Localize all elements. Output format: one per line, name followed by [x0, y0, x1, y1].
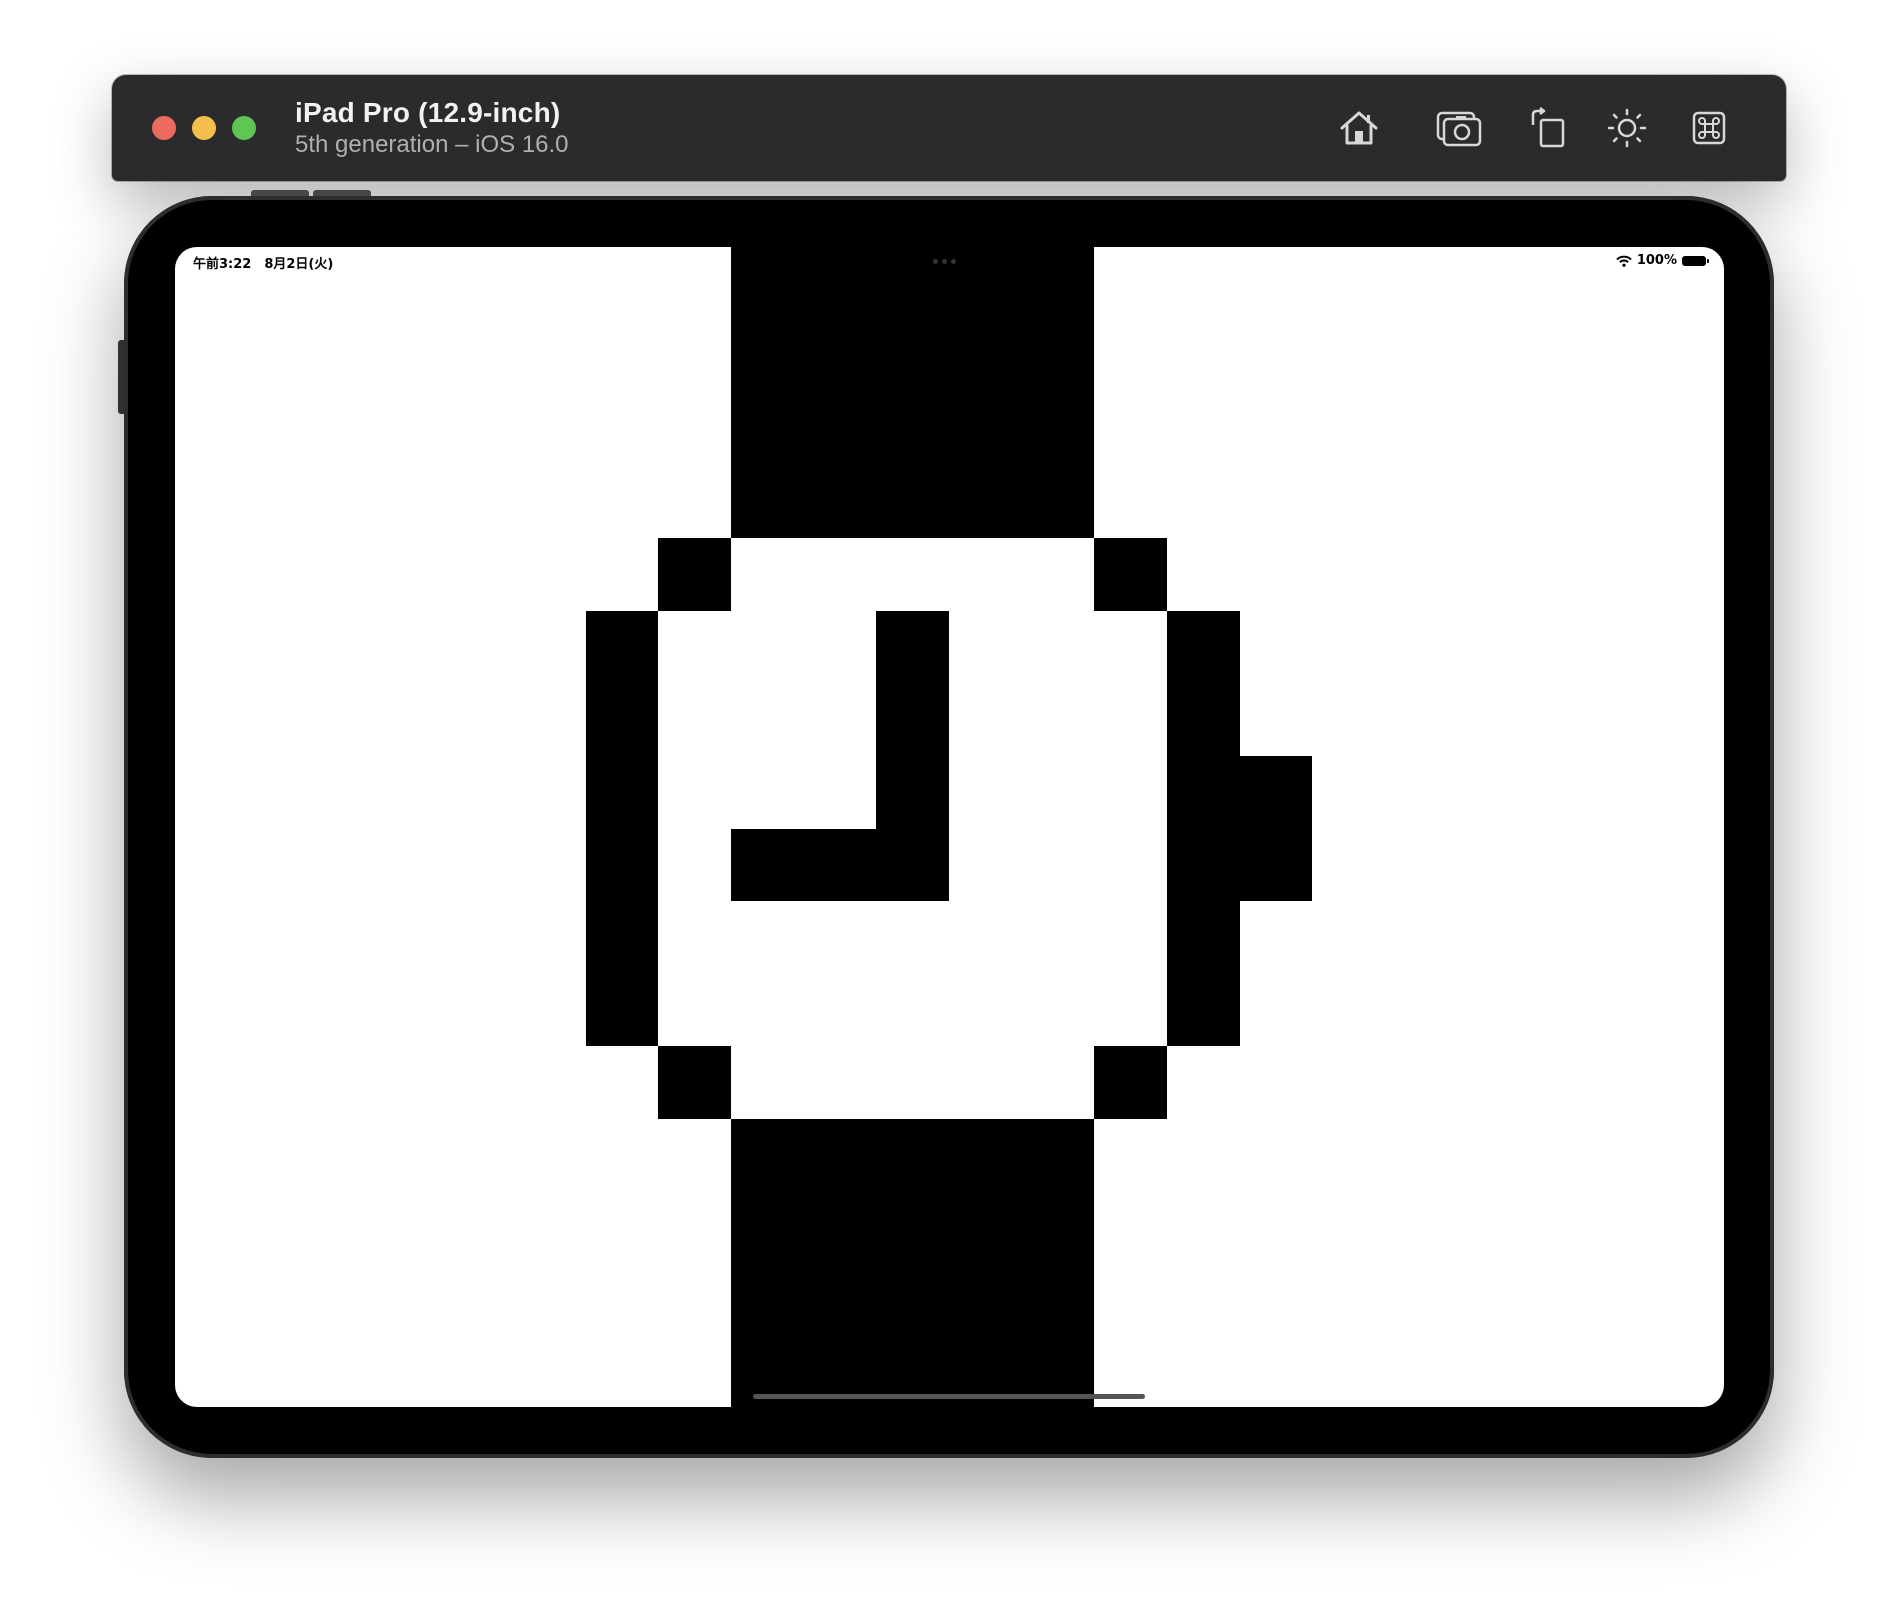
watch-hour-hand — [731, 829, 949, 901]
appearance-button[interactable] — [1604, 105, 1650, 151]
screenshot-button[interactable] — [1436, 105, 1482, 151]
battery-percent: 100% — [1636, 253, 1677, 268]
ipad-screen[interactable]: 午前3:22 8月2日(火) 100% — [175, 247, 1724, 1407]
home-button[interactable] — [1336, 105, 1382, 151]
battery-icon — [1682, 255, 1709, 266]
command-icon — [1692, 111, 1726, 145]
watch-left-side — [586, 611, 658, 1046]
minimize-window-button[interactable] — [192, 116, 216, 140]
watch-pixel-art — [586, 247, 1312, 1407]
close-window-button[interactable] — [152, 116, 176, 140]
device-subtitle: 5th generation – iOS 16.0 — [295, 131, 569, 158]
home-icon — [1340, 111, 1378, 145]
wifi-icon — [1616, 255, 1632, 267]
status-right-group: 100% — [1616, 253, 1709, 268]
rotate-button[interactable] — [1524, 105, 1570, 151]
home-indicator[interactable] — [753, 1394, 1145, 1399]
watch-crown — [1240, 756, 1312, 901]
watch-corner-tl — [658, 538, 731, 611]
rotate-icon — [1531, 107, 1565, 148]
hardware-keyboard-button[interactable] — [1686, 105, 1732, 151]
watch-right-side — [1167, 611, 1240, 1046]
watch-top-band — [731, 247, 1094, 538]
screenshot-icon — [1436, 111, 1482, 147]
simulator-stage: iPad Pro (12.9-inch) 5th generation – iO… — [0, 0, 1888, 1612]
device-name: iPad Pro (12.9-inch) — [295, 97, 561, 128]
multitasking-dots[interactable] — [933, 259, 956, 264]
watch-corner-bl — [658, 1046, 731, 1119]
simulator-title-bar: iPad Pro (12.9-inch) 5th generation – iO… — [112, 75, 1786, 181]
watch-bottom-band — [731, 1119, 1094, 1407]
status-time-date: 午前3:22 8月2日(火) — [193, 257, 334, 272]
watch-corner-tr — [1094, 538, 1167, 611]
appearance-icon — [1607, 108, 1647, 148]
watch-corner-br — [1094, 1046, 1167, 1119]
zoom-window-button[interactable] — [232, 116, 256, 140]
